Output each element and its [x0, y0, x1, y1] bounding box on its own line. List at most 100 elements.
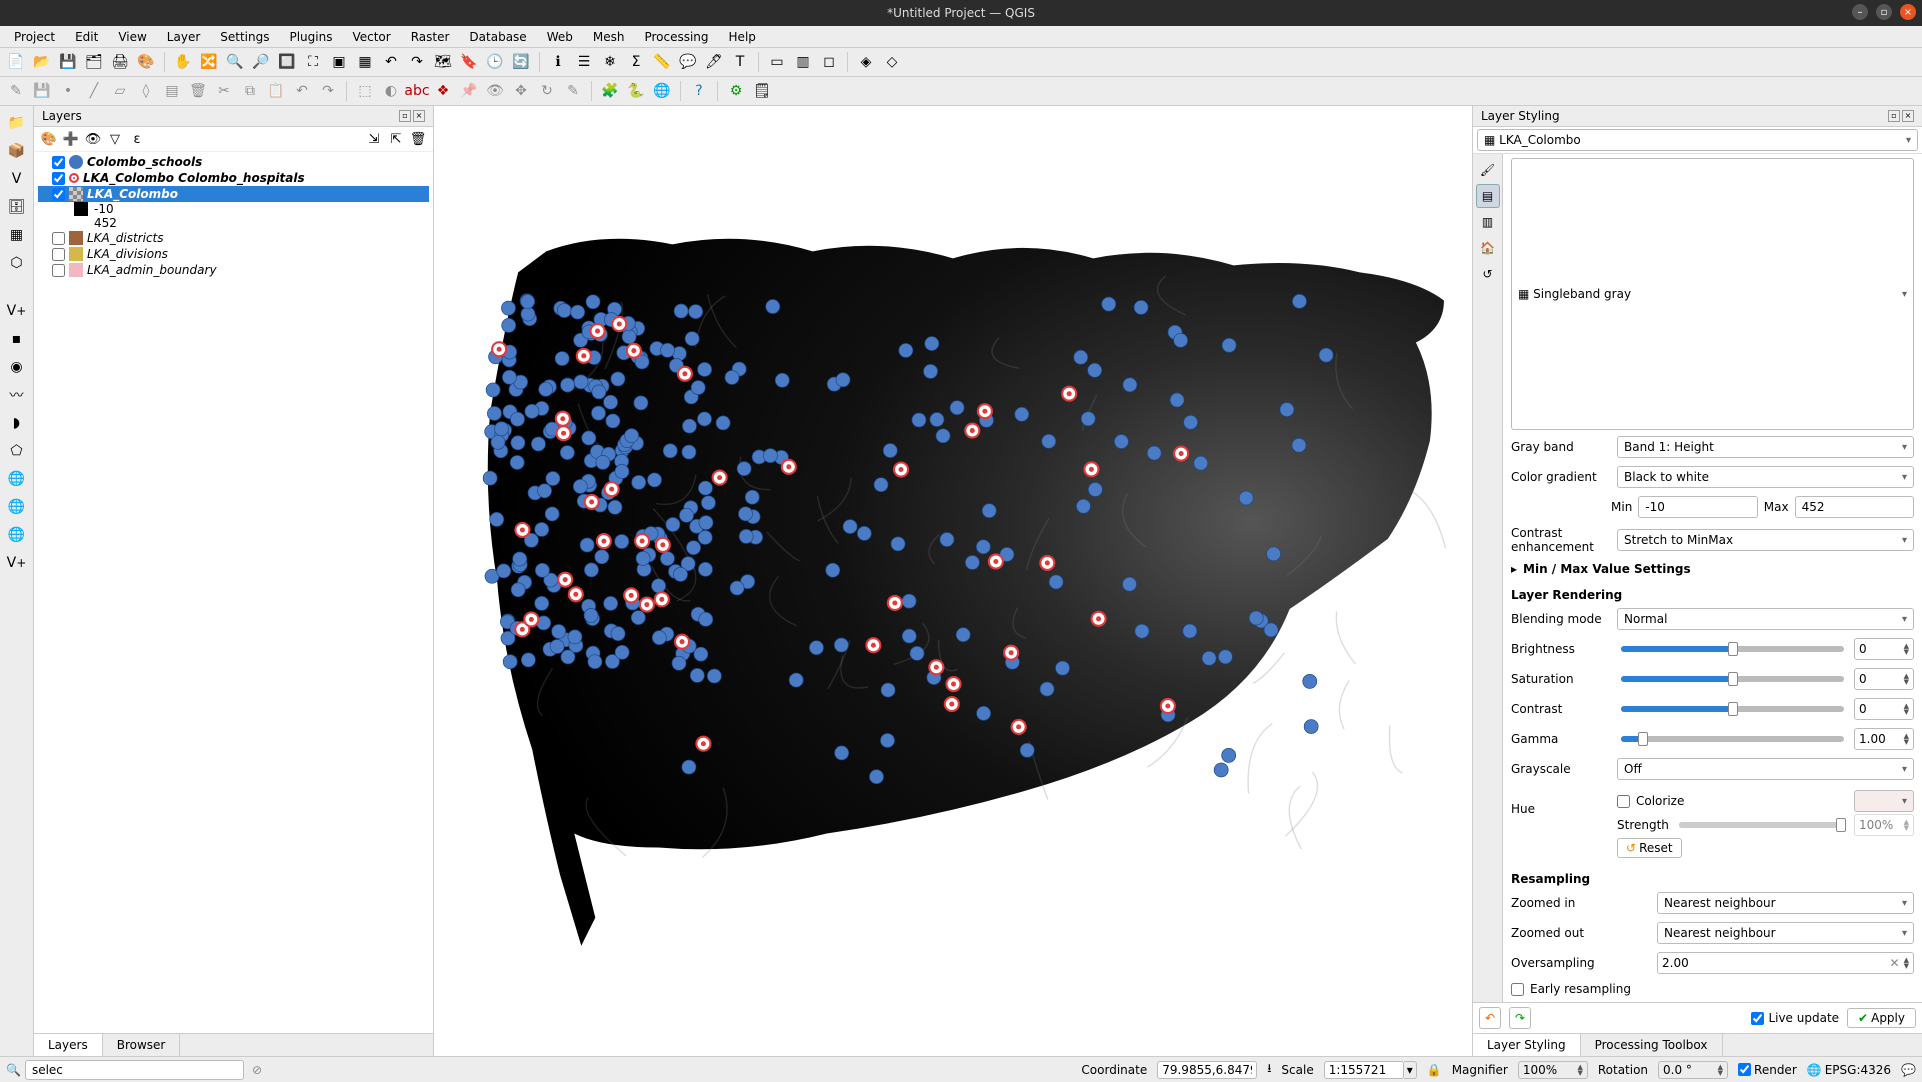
- menu-processing[interactable]: Processing: [634, 28, 718, 46]
- select-features-button[interactable]: ▭: [765, 50, 789, 74]
- field-calculator-button[interactable]: ❄: [598, 50, 622, 74]
- coordinate-input[interactable]: [1157, 1061, 1257, 1079]
- label-highlight-button[interactable]: ❖: [431, 79, 455, 103]
- new-virtual-layer-button[interactable]: ⬡: [4, 250, 30, 276]
- paste-features-button[interactable]: 📋: [264, 79, 288, 103]
- rotation-input[interactable]: 0.0 °▲▼: [1658, 1061, 1728, 1079]
- layer-visibility-checkbox[interactable]: [52, 156, 65, 169]
- shape-digitize-polygon-button[interactable]: ⬠: [4, 438, 30, 464]
- toggle-advanced-digitizing-button[interactable]: ⬚: [353, 79, 377, 103]
- show-labels-button[interactable]: 👁: [483, 79, 507, 103]
- live-update-checkbox[interactable]: [1751, 1012, 1764, 1025]
- zoom-last-button[interactable]: ↶: [379, 50, 403, 74]
- brightness-input[interactable]: 0▲▼: [1854, 638, 1914, 660]
- layers-collapse-all-button[interactable]: ⇱: [387, 130, 405, 148]
- new-shapefile-layer-button[interactable]: V: [4, 166, 30, 192]
- wcs-layer-button[interactable]: 🌐: [4, 522, 30, 548]
- wfs-layer-button[interactable]: 🌐: [4, 494, 30, 520]
- menu-edit[interactable]: Edit: [65, 28, 108, 46]
- layer-visibility-checkbox[interactable]: [52, 248, 65, 261]
- enable-tracing-button[interactable]: ◐: [379, 79, 403, 103]
- strength-slider[interactable]: [1679, 822, 1844, 828]
- reset-button[interactable]: ↺Reset: [1617, 838, 1682, 858]
- gamma-input[interactable]: 1.00▲▼: [1854, 728, 1914, 750]
- layer-visibility-checkbox[interactable]: [52, 264, 65, 277]
- zoomed-out-select[interactable]: Nearest neighbour: [1657, 922, 1914, 944]
- redo-button[interactable]: ↷: [316, 79, 340, 103]
- new-mesh-layer-button[interactable]: ▦: [4, 222, 30, 248]
- menu-mesh[interactable]: Mesh: [583, 28, 635, 46]
- vertex-tool-button[interactable]: ◊: [134, 79, 158, 103]
- save-edits-button[interactable]: 💾: [30, 79, 54, 103]
- layers-visibility-button[interactable]: 👁: [84, 130, 102, 148]
- maptips-button[interactable]: 💬: [676, 50, 700, 74]
- blending-mode-select[interactable]: Normal: [1617, 608, 1914, 630]
- layer-row[interactable]: LKA_divisions: [38, 246, 429, 262]
- add-line-button[interactable]: ╱: [82, 79, 106, 103]
- zoom-full-button[interactable]: ⛶: [301, 50, 325, 74]
- zoom-in-button[interactable]: 🔍: [223, 50, 247, 74]
- layer-row[interactable]: Colombo_schools: [38, 154, 429, 170]
- window-maximize-button[interactable]: ▫: [1876, 4, 1892, 20]
- layer-styling-close-button[interactable]: ×: [1902, 110, 1914, 122]
- redo-style-button[interactable]: ↷: [1509, 1007, 1531, 1029]
- statistics-summary-button[interactable]: Σ: [624, 50, 648, 74]
- layer-row[interactable]: LKA_Colombo Colombo_hospitals: [38, 170, 429, 186]
- apply-button[interactable]: ✔Apply: [1847, 1008, 1916, 1028]
- save-as-button[interactable]: 🗂: [82, 50, 106, 74]
- metasearch-button[interactable]: 🌐: [650, 79, 674, 103]
- layer-styling-float-button[interactable]: ▫: [1888, 110, 1900, 122]
- clear-search-button[interactable]: ⊘: [248, 1063, 266, 1077]
- text-annotation-button[interactable]: T: [728, 50, 752, 74]
- undo-button[interactable]: ↶: [290, 79, 314, 103]
- tab-processing-toolbox[interactable]: Processing Toolbox: [1581, 1034, 1723, 1056]
- colorize-color-button[interactable]: [1854, 790, 1914, 812]
- move-label-button[interactable]: ✥: [509, 79, 533, 103]
- contrast-input[interactable]: 0▲▼: [1854, 698, 1914, 720]
- locator-search[interactable]: 🔍 ⊘: [6, 1060, 266, 1080]
- style-manager-button[interactable]: 🎨: [134, 50, 158, 74]
- copy-features-button[interactable]: ⧉: [238, 79, 262, 103]
- add-polygon-button[interactable]: ▱: [108, 79, 132, 103]
- toggle-editing-button[interactable]: ✎: [4, 79, 28, 103]
- add-point-button[interactable]: •: [56, 79, 80, 103]
- layer-visibility-checkbox[interactable]: [52, 188, 65, 201]
- layers-add-group-button[interactable]: ➕: [62, 130, 80, 148]
- layers-expression-filter-button[interactable]: ε: [128, 130, 146, 148]
- tab-layer-styling[interactable]: Layer Styling: [1473, 1034, 1581, 1056]
- deselect-all-button[interactable]: ◻: [817, 50, 841, 74]
- tab-layers[interactable]: Layers: [34, 1034, 103, 1056]
- contrast-enh-select[interactable]: Stretch to MinMax: [1617, 529, 1914, 551]
- layers-filter-button[interactable]: ▽: [106, 130, 124, 148]
- layers-expand-all-button[interactable]: ⇲: [365, 130, 383, 148]
- render-checkbox[interactable]: [1738, 1063, 1751, 1076]
- select-by-value-button[interactable]: ▥: [791, 50, 815, 74]
- rotate-label-button[interactable]: ↻: [535, 79, 559, 103]
- layer-row[interactable]: LKA_admin_boundary: [38, 262, 429, 278]
- new-geopackage-layer-button[interactable]: 📦: [4, 138, 30, 164]
- new-project-button[interactable]: 📄: [4, 50, 28, 74]
- processing-history-button[interactable]: 🗒: [750, 79, 774, 103]
- messages-button[interactable]: 💬: [1901, 1063, 1916, 1077]
- select-by-location-button[interactable]: ◈: [854, 50, 878, 74]
- min-input[interactable]: [1638, 496, 1757, 518]
- color-gradient-select[interactable]: Black to white: [1617, 466, 1914, 488]
- locator-input[interactable]: [25, 1060, 244, 1080]
- magnifier-input[interactable]: 100%▲▼: [1518, 1061, 1588, 1079]
- zoom-native-button[interactable]: 🔲: [275, 50, 299, 74]
- cut-features-button[interactable]: ✂: [212, 79, 236, 103]
- saturation-slider[interactable]: [1621, 676, 1844, 682]
- layers-panel-float-button[interactable]: ▫: [399, 110, 411, 122]
- max-input[interactable]: [1795, 496, 1914, 518]
- early-resampling-checkbox[interactable]: [1511, 983, 1524, 996]
- menu-database[interactable]: Database: [459, 28, 536, 46]
- zoom-to-selection-button[interactable]: ▣: [327, 50, 351, 74]
- contrast-slider[interactable]: [1621, 706, 1844, 712]
- layer-row[interactable]: LKA_Colombo: [38, 186, 429, 202]
- python-console-button[interactable]: 🐍: [624, 79, 648, 103]
- toggle-extents-icon[interactable]: ⭳: [1267, 1059, 1271, 1080]
- menu-layer[interactable]: Layer: [157, 28, 210, 46]
- layers-remove-button[interactable]: 🗑: [409, 130, 427, 148]
- colorize-checkbox[interactable]: [1617, 795, 1630, 808]
- render-type-select[interactable]: ▦ Singleband gray: [1511, 158, 1914, 430]
